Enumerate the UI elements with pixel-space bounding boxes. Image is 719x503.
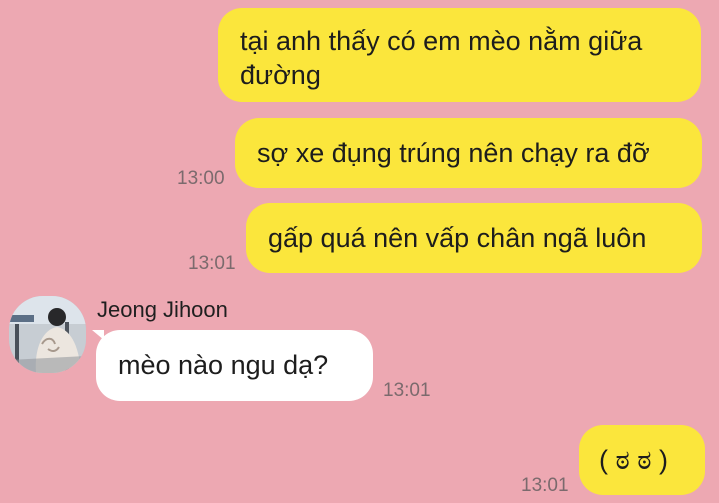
message-text-line: đường	[240, 60, 321, 90]
sender-name: Jeong Jihoon	[97, 297, 228, 322]
message-text: mèo nào ngu dạ?	[118, 350, 329, 380]
chat-thread: tại anh thấy có em mèo nằm giữa đường 13…	[0, 0, 719, 503]
contact-avatar[interactable]	[9, 296, 86, 373]
message-timestamp: 13:00	[177, 168, 225, 189]
outgoing-message-bubble[interactable]: sợ xe đụng trúng nên chạy ra đỡ	[235, 118, 702, 188]
message-timestamp: 13:01	[521, 475, 569, 496]
outgoing-message-bubble[interactable]: gấp quá nên vấp chân ngã luôn	[246, 203, 702, 273]
message-text: ( ಠ ಠ )	[599, 445, 669, 475]
message-text: sợ xe đụng trúng nên chạy ra đỡ	[257, 138, 650, 168]
incoming-message-bubble[interactable]: mèo nào ngu dạ?	[96, 330, 373, 401]
message-text: gấp quá nên vấp chân ngã luôn	[268, 223, 647, 253]
outgoing-message-bubble[interactable]: tại anh thấy có em mèo nằm giữa đường	[218, 8, 701, 102]
outgoing-message-bubble[interactable]: ( ಠ ಠ )	[579, 425, 705, 495]
contact-photo-icon	[9, 296, 86, 373]
message-timestamp: 13:01	[188, 253, 236, 274]
message-timestamp: 13:01	[383, 380, 431, 401]
message-text-line: tại anh thấy có em mèo nằm giữa	[240, 26, 643, 56]
